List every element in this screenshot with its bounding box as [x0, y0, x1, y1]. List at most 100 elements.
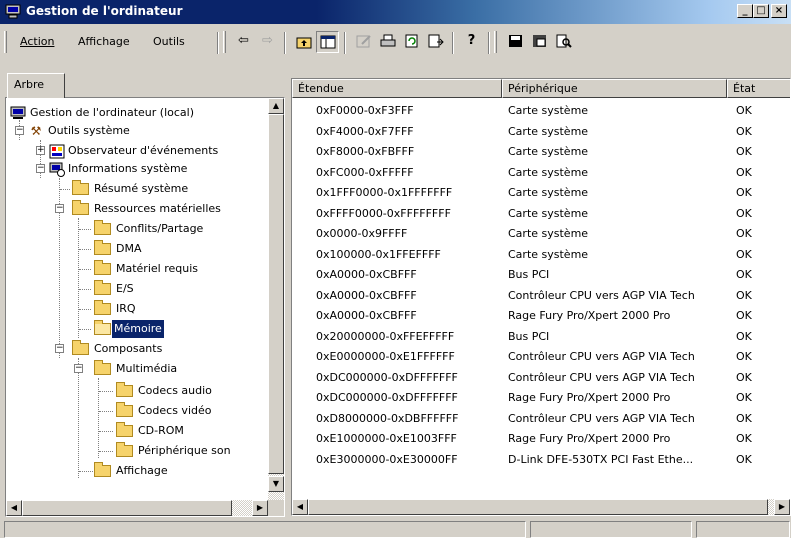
tree-connector — [99, 411, 113, 412]
table-row[interactable]: 0xA0000-0xCBFFF Bus PCI OK — [292, 265, 790, 284]
details-list-view[interactable]: Étendue Périphérique État 0xF0000-0xF3FF… — [291, 78, 791, 516]
status-bar — [0, 519, 791, 538]
scroll-thumb[interactable] — [268, 114, 284, 474]
folder-icon — [116, 402, 133, 417]
folder-icon — [116, 422, 133, 437]
cell-etendue: 0x1FFF0000-0x1FFFFFFF — [316, 186, 453, 199]
tab-arbre[interactable]: Arbre — [7, 73, 65, 98]
tree-expander[interactable]: − — [74, 364, 83, 373]
column-header-etendue[interactable]: Étendue — [292, 79, 502, 98]
table-row[interactable]: 0x0000-0x9FFFF Carte système OK — [292, 224, 790, 243]
event-viewer-icon — [49, 144, 65, 159]
cell-etendue: 0xF4000-0xF7FFF — [316, 124, 414, 138]
cell-peripherique: Rage Fury Pro/Xpert 2000 Pro — [508, 391, 671, 404]
print-button[interactable] — [376, 31, 399, 53]
cell-etat: OK — [736, 411, 752, 425]
table-row[interactable]: 0xE1000000-0xE1003FFF Rage Fury Pro/Xpert… — [292, 429, 790, 448]
toolbar-grip[interactable] — [4, 31, 7, 53]
table-row[interactable]: 0xE3000000-0xE30000FF D-Link DFE-530TX PC… — [292, 450, 790, 469]
cell-etendue: 0x20000000-0xFFEFFFFF — [316, 329, 455, 343]
tree-connector — [79, 471, 93, 472]
cell-etat: OK — [736, 206, 752, 220]
folder-icon — [94, 240, 111, 255]
tree-expander[interactable]: − — [55, 344, 64, 353]
cell-etat: OK — [736, 268, 752, 281]
cell-etendue: 0x0000-0x9FFFF — [316, 227, 408, 240]
table-row[interactable]: 0xDC000000-0xDFFFFFFF Rage Fury Pro/Xpert… — [292, 388, 790, 407]
cell-etat: OK — [736, 227, 752, 240]
table-row[interactable]: 0xF8000-0xFBFFF Carte système OK — [292, 142, 790, 161]
maximize-button[interactable]: □ — [753, 4, 769, 18]
table-row[interactable]: 0xFFFF0000-0xFFFFFFFF Carte système OK — [292, 204, 790, 223]
table-row[interactable]: 0xD8000000-0xDBFFFFFF Contrôleur CPU vers… — [292, 409, 790, 428]
cell-etat: OK — [736, 186, 752, 199]
menu-toolbar: Action Affichage Outils ⇦ ⇨ ? — [0, 27, 791, 71]
menu-outils[interactable]: Outils — [153, 35, 185, 48]
show-hide-tree-icon — [320, 35, 335, 49]
forward-button[interactable]: ⇨ — [256, 31, 279, 53]
minimize-button[interactable]: _ — [737, 4, 753, 18]
cell-etat: OK — [736, 329, 752, 343]
menu-affichage[interactable]: Affichage — [78, 35, 130, 48]
back-button[interactable]: ⇦ — [232, 31, 255, 53]
up-folder-icon — [296, 37, 311, 49]
scrollbar-corner — [268, 500, 284, 516]
toolbar-grip[interactable] — [494, 31, 497, 53]
table-row[interactable]: 0xE0000000-0xE1FFFFFF Contrôleur CPU vers… — [292, 347, 790, 366]
scroll-thumb[interactable] — [308, 499, 768, 515]
tree-connector — [79, 309, 91, 310]
cell-etat: OK — [736, 145, 752, 158]
cell-etendue: 0xA0000-0xCBFFF — [316, 288, 417, 302]
scroll-right-button[interactable]: ▶ — [252, 500, 268, 516]
tree-connector — [78, 358, 79, 478]
save-button[interactable] — [504, 31, 527, 53]
cell-etat: OK — [736, 370, 752, 384]
scroll-left-button[interactable]: ◀ — [292, 499, 308, 515]
show-hide-tree-button[interactable] — [316, 31, 339, 53]
scroll-thumb[interactable] — [22, 500, 232, 516]
table-row[interactable]: 0xF0000-0xF3FFF Carte système OK — [292, 101, 790, 120]
cell-peripherique: Carte système — [508, 206, 589, 220]
status-cell-tertiary — [696, 521, 790, 538]
scroll-down-button[interactable]: ▼ — [268, 476, 284, 492]
table-row[interactable]: 0xFC000-0xFFFFF Carte système OK — [292, 163, 790, 182]
tree-expander[interactable]: − — [36, 164, 45, 173]
table-row[interactable]: 0x1FFF0000-0x1FFFFFFF Carte système OK — [292, 183, 790, 202]
close-button[interactable]: × — [771, 4, 787, 18]
system-info-icon — [49, 162, 65, 177]
save-system-info-button[interactable] — [528, 31, 551, 53]
table-row[interactable]: 0xA0000-0xCBFFF Contrôleur CPU vers AGP V… — [292, 286, 790, 305]
menu-action[interactable]: Action — [20, 35, 54, 48]
table-row[interactable]: 0x20000000-0xFFEFFFFF Bus PCI OK — [292, 327, 790, 346]
help-button[interactable]: ? — [460, 31, 483, 53]
title-bar[interactable]: Gestion de l'ordinateur _ □ × — [0, 0, 791, 24]
tree-view[interactable]: Gestion de l'ordinateur (local) − ⚒ Outi… — [5, 97, 285, 517]
tree-connector — [99, 431, 113, 432]
tree-expander[interactable]: + — [36, 146, 45, 155]
properties-button[interactable] — [352, 31, 375, 53]
refresh-button[interactable] — [400, 31, 423, 53]
column-header-etat[interactable]: État — [727, 79, 790, 98]
scroll-right-button[interactable]: ▶ — [774, 499, 790, 515]
find-button[interactable] — [552, 31, 575, 53]
export-list-button[interactable] — [424, 31, 447, 53]
scroll-up-button[interactable]: ▲ — [268, 98, 284, 114]
cell-peripherique: Carte système — [508, 227, 589, 240]
table-row[interactable]: 0xA0000-0xCBFFF Rage Fury Pro/Xpert 2000 … — [292, 306, 790, 325]
toolbar-grip[interactable] — [223, 31, 226, 53]
table-row[interactable]: 0x100000-0x1FFEFFFF Carte système OK — [292, 245, 790, 264]
tree-connector — [79, 289, 91, 290]
cell-etendue: 0xFC000-0xFFFFF — [316, 165, 414, 179]
computer-icon — [10, 106, 26, 119]
up-folder-button[interactable] — [292, 31, 315, 53]
tree-connector — [99, 391, 113, 392]
cell-peripherique: Contrôleur CPU vers AGP VIA Tech — [508, 288, 695, 302]
scroll-left-button[interactable]: ◀ — [6, 500, 22, 516]
tree-expander[interactable]: − — [55, 204, 64, 213]
table-row[interactable]: 0xDC000000-0xDFFFFFFF Contrôleur CPU vers… — [292, 368, 790, 387]
folder-icon — [94, 300, 111, 315]
column-header-peripherique[interactable]: Périphérique — [502, 79, 727, 98]
cell-peripherique: Carte système — [508, 186, 589, 199]
tree-expander[interactable]: − — [15, 126, 24, 135]
table-row[interactable]: 0xF4000-0xF7FFF Carte système OK — [292, 122, 790, 141]
